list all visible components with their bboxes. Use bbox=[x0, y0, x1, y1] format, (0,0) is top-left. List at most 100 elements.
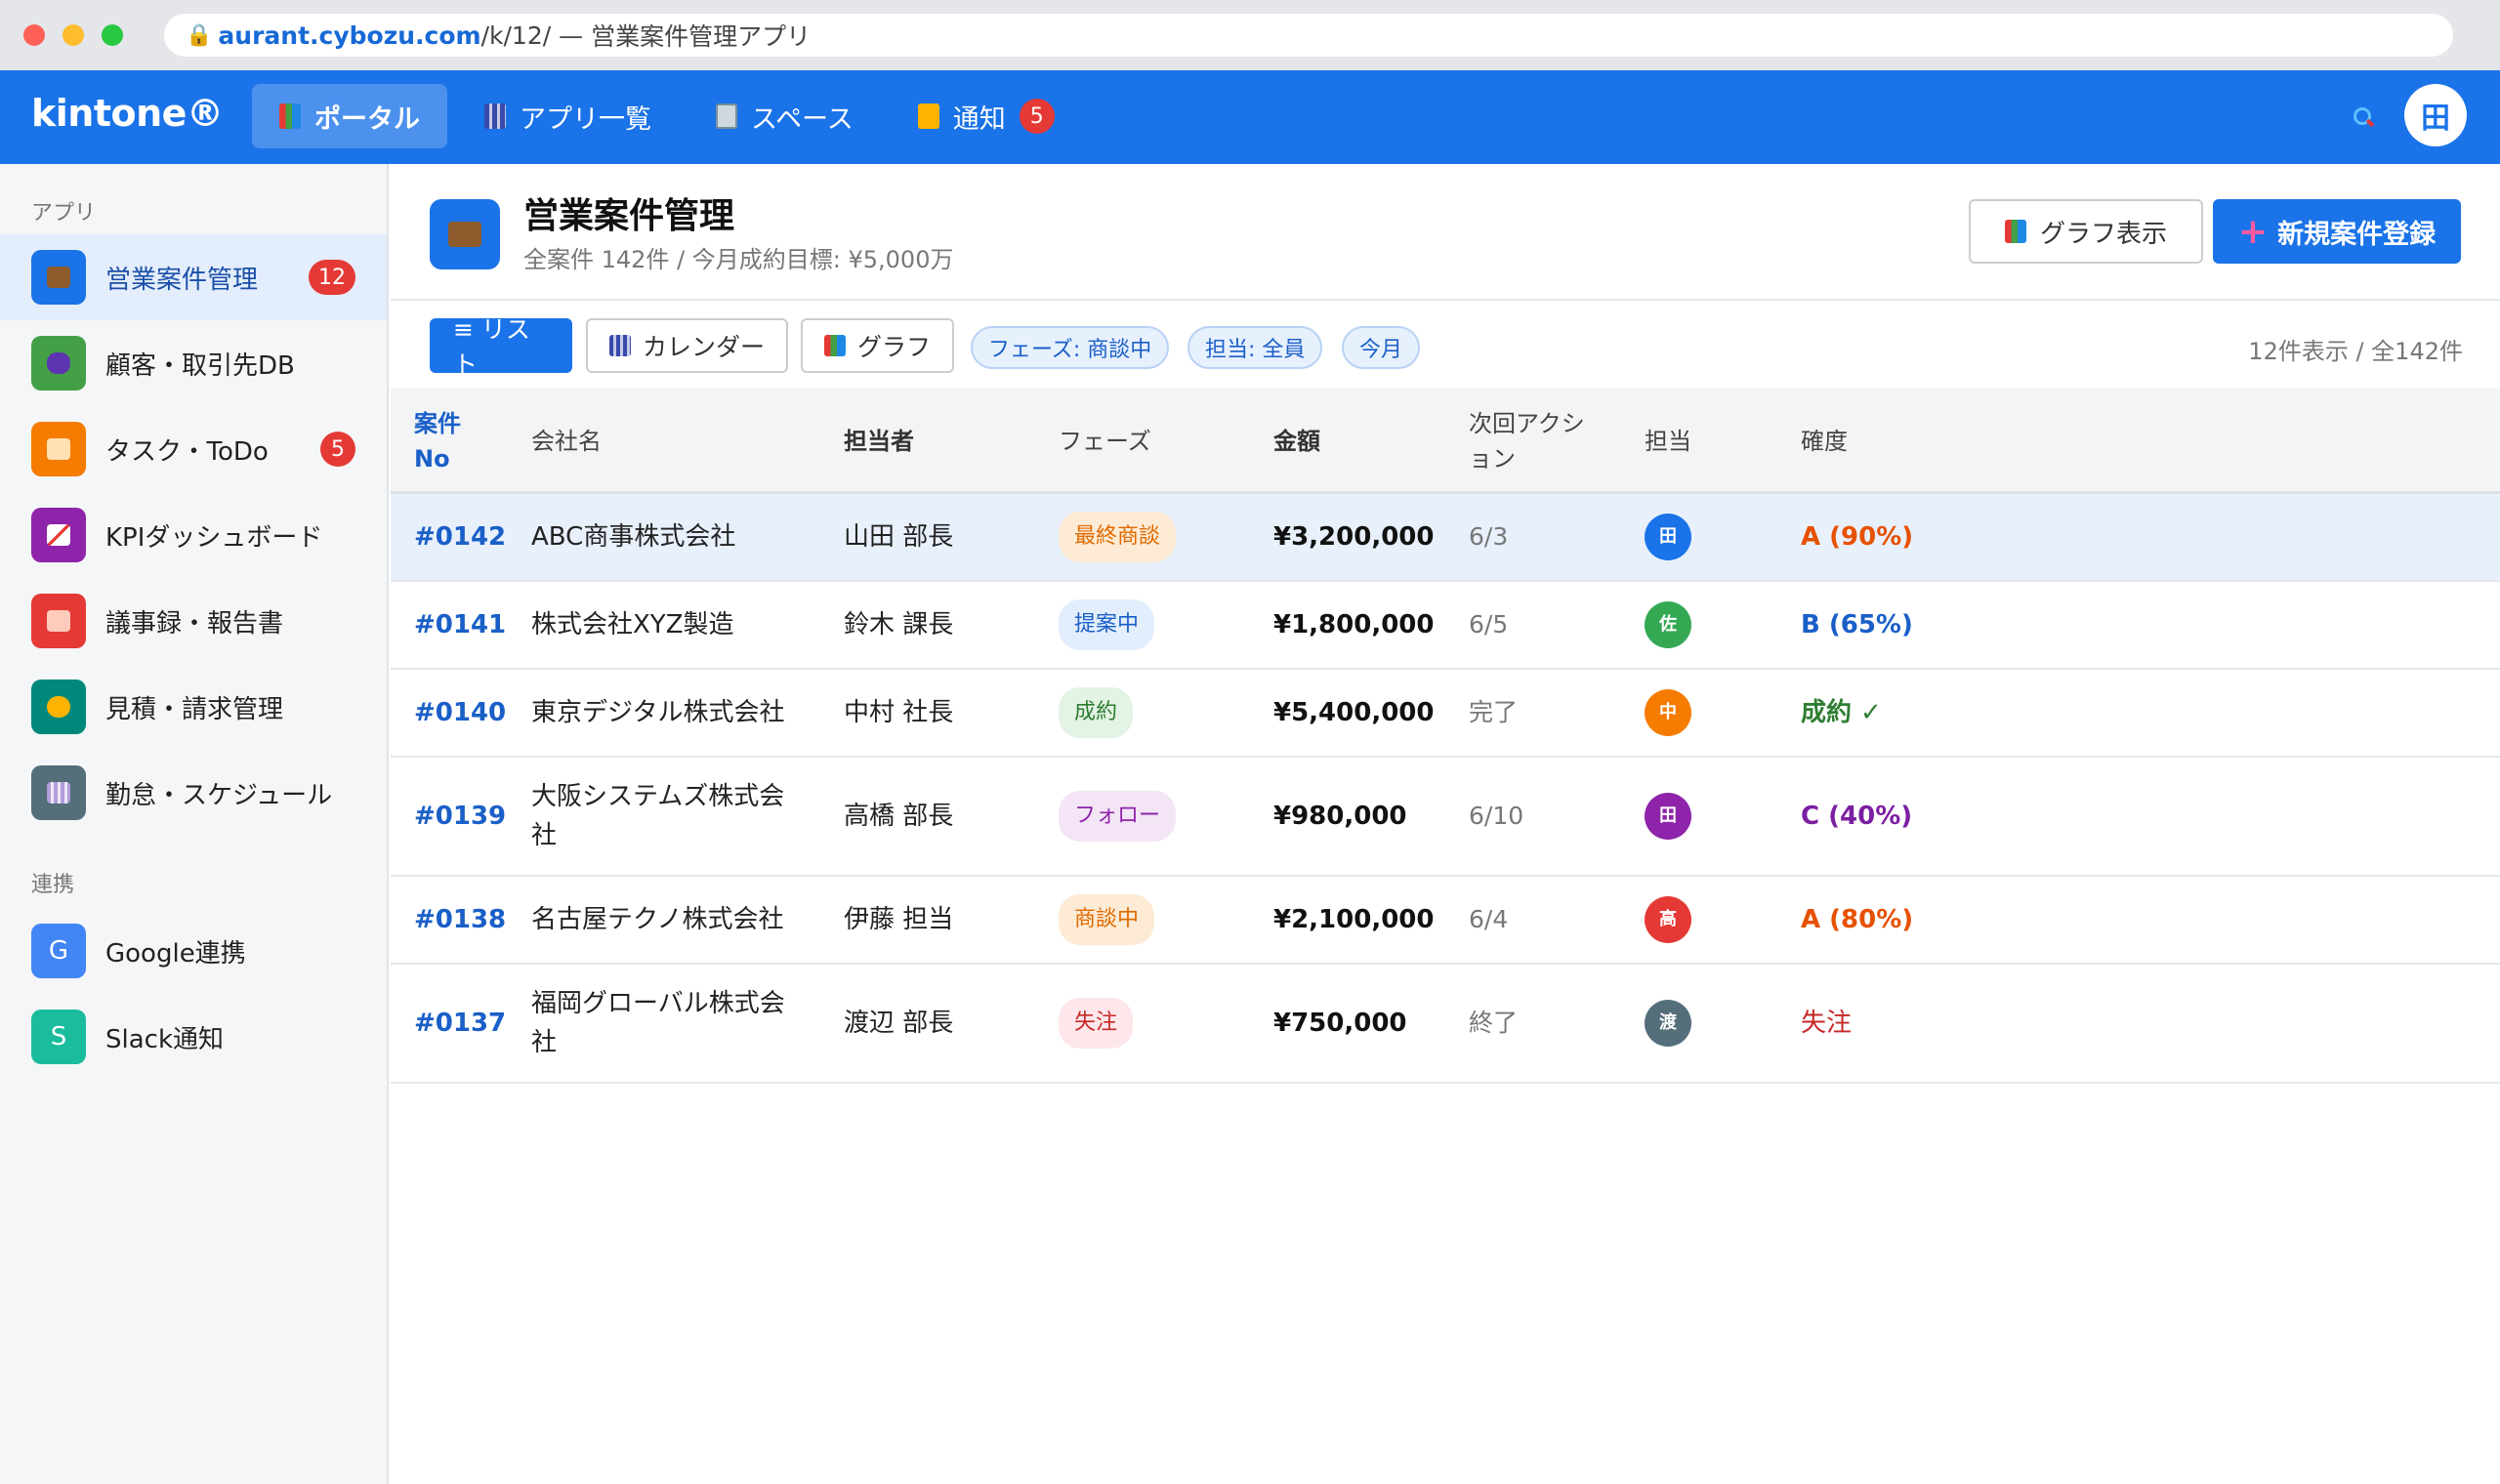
phase-badge: フォロー bbox=[1059, 791, 1177, 842]
col-owner[interactable]: 担当 bbox=[1645, 389, 1691, 494]
phase-cell: 最終商談 bbox=[1059, 494, 1177, 580]
calendar-view-button[interactable]: カレンダー bbox=[586, 318, 789, 373]
search-icon[interactable] bbox=[2354, 107, 2375, 129]
company-name-line1: 福岡グローバル株式会 bbox=[531, 989, 785, 1018]
col-amount[interactable]: 金額 bbox=[1273, 389, 1320, 494]
deal-no[interactable]: #0139 bbox=[414, 758, 506, 875]
sidebar-item-label: KPIダッシュボード bbox=[105, 522, 323, 553]
company-name: ABC商事株式会社 bbox=[531, 522, 736, 552]
deal-no[interactable]: #0137 bbox=[414, 965, 506, 1082]
calendar-icon bbox=[609, 335, 631, 356]
contact-name: 鈴木 課長 bbox=[844, 610, 954, 639]
sidebar-item-minutes[interactable]: 議事録・報告書 bbox=[0, 578, 387, 664]
nav-portal[interactable]: ポータル bbox=[252, 84, 447, 148]
sidebar-item-tasks[interactable]: タスク・ToDo 5 bbox=[0, 406, 387, 492]
new-deal-button[interactable]: + 新規案件登録 bbox=[2213, 199, 2461, 264]
deal-no[interactable]: #0142 bbox=[414, 494, 506, 580]
people-icon bbox=[31, 336, 86, 391]
deal-no[interactable]: #0141 bbox=[414, 582, 506, 668]
owner-cell: 佐 bbox=[1645, 582, 1691, 668]
sidebar-item-invoices[interactable]: 見積・請求管理 bbox=[0, 664, 387, 750]
company-name: 株式会社XYZ製造 bbox=[531, 610, 734, 639]
next-action: 6/4 bbox=[1469, 905, 1509, 933]
calendar-view-label: カレンダー bbox=[643, 333, 766, 361]
table-row[interactable]: #0140 東京デジタル株式会社 中村 社長 成約 ¥5,400,000 完了 … bbox=[391, 670, 2500, 758]
sidebar-item-label: 見積・請求管理 bbox=[105, 694, 284, 724]
phase-badge: 提案中 bbox=[1059, 599, 1155, 650]
page-title: 営業案件管理 bbox=[523, 196, 735, 236]
sidebar-item-customers[interactable]: 顧客・取引先DB bbox=[0, 320, 387, 406]
sidebar-item-sales[interactable]: 営業案件管理 12 bbox=[0, 234, 387, 320]
col-company[interactable]: 会社名 bbox=[531, 389, 602, 494]
nav-notifications-label: 通知 bbox=[952, 103, 1006, 135]
window-minimize-button[interactable] bbox=[62, 24, 84, 46]
filter-chip-owner[interactable]: 担当: 全員 bbox=[1188, 326, 1323, 369]
owner-cell: 田 bbox=[1645, 758, 1691, 875]
list-view-button[interactable]: ≡ リスト bbox=[430, 315, 572, 379]
next-action: 6/3 bbox=[1469, 522, 1509, 551]
avatar: 高 bbox=[1645, 896, 1691, 943]
company-name-line2: 社 bbox=[531, 821, 558, 850]
kintone-logo[interactable]: kintone® bbox=[31, 92, 224, 135]
graph-tab-label: グラフ bbox=[857, 333, 932, 361]
contact-name: 中村 社長 bbox=[844, 698, 954, 727]
nav-space[interactable]: スペース bbox=[688, 84, 881, 148]
graph-view-button[interactable]: グラフ表示 bbox=[1969, 199, 2203, 264]
calendar-icon bbox=[31, 765, 86, 820]
table-row[interactable]: #0139 大阪システムズ株式会 社 高橋 部長 フォロー ¥980,000 6… bbox=[391, 758, 2500, 877]
owner-cell: 高 bbox=[1645, 877, 1691, 963]
phase-cell: 提案中 bbox=[1059, 582, 1155, 668]
probability: 失注 bbox=[1801, 1009, 1853, 1038]
owner-cell: 田 bbox=[1645, 494, 1691, 580]
contact-name: 伊藤 担当 bbox=[844, 905, 954, 934]
table-row[interactable]: #0141 株式会社XYZ製造 鈴木 課長 提案中 ¥1,800,000 6/5… bbox=[391, 582, 2500, 670]
probability: A (80%) bbox=[1801, 905, 1914, 934]
next-action: 終了 bbox=[1469, 1009, 1519, 1037]
slack-icon: S bbox=[31, 1010, 86, 1064]
col-next-line1: 次回アクシ bbox=[1469, 410, 1585, 437]
sidebar-item-google[interactable]: G Google連携 bbox=[0, 908, 387, 994]
page-title-tab: 営業案件管理アプリ bbox=[591, 22, 812, 51]
deal-no[interactable]: #0138 bbox=[414, 877, 506, 963]
nav-space-label: スペース bbox=[751, 103, 854, 135]
amount: ¥980,000 bbox=[1273, 802, 1407, 831]
col-no[interactable]: 案件 No bbox=[414, 389, 461, 494]
phase-cell: 商談中 bbox=[1059, 877, 1155, 963]
memo-icon bbox=[31, 594, 86, 648]
window-maximize-button[interactable] bbox=[102, 24, 123, 46]
col-contact[interactable]: 担当者 bbox=[844, 389, 914, 494]
lock-icon: 🔒 bbox=[186, 22, 213, 48]
sidebar-item-kpi[interactable]: KPIダッシュボード bbox=[0, 492, 387, 578]
table-row[interactable]: #0137 福岡グローバル株式会 社 渡辺 部長 失注 ¥750,000 終了 … bbox=[391, 965, 2500, 1084]
table-header: 案件 No 会社名 担当者 フェーズ 金額 次回アクシ ョン 担当 確度 bbox=[391, 389, 2500, 494]
probability: 成約 ✓ bbox=[1801, 698, 1882, 727]
col-probability[interactable]: 確度 bbox=[1801, 389, 1848, 494]
plus-icon: + bbox=[2237, 211, 2269, 252]
main-content: 営業案件管理 全案件 142件 / 今月成約目標: ¥5,000万 グラフ表示 … bbox=[391, 164, 2500, 1484]
user-avatar[interactable]: 田 bbox=[2404, 84, 2467, 146]
nav-apps[interactable]: アプリ一覧 bbox=[457, 84, 679, 148]
filter-chip-phase[interactable]: フェーズ: 商談中 bbox=[971, 326, 1170, 369]
google-icon: G bbox=[31, 924, 86, 978]
probability: A (90%) bbox=[1801, 522, 1914, 552]
bell-icon bbox=[917, 103, 939, 129]
col-phase[interactable]: フェーズ bbox=[1059, 389, 1151, 494]
filter-chip-month[interactable]: 今月 bbox=[1342, 326, 1421, 369]
sidebar-item-label: 勤怠・スケジュール bbox=[105, 780, 333, 810]
window-close-button[interactable] bbox=[23, 24, 45, 46]
avatar: 佐 bbox=[1645, 601, 1691, 648]
avatar: 田 bbox=[1645, 514, 1691, 560]
sidebar-item-schedule[interactable]: 勤怠・スケジュール bbox=[0, 750, 387, 836]
table-row[interactable]: #0142 ABC商事株式会社 山田 部長 最終商談 ¥3,200,000 6/… bbox=[391, 494, 2500, 582]
sidebar-item-slack[interactable]: S Slack通知 bbox=[0, 994, 387, 1080]
table-row[interactable]: #0138 名古屋テクノ株式会社 伊藤 担当 商談中 ¥2,100,000 6/… bbox=[391, 877, 2500, 965]
sidebar-item-label: タスク・ToDo bbox=[105, 436, 269, 467]
address-bar[interactable]: 🔒 aurant.cybozu.com /k/12/ — 営業案件管理アプリ bbox=[164, 14, 2453, 57]
col-next-action[interactable]: 次回アクシ ョン bbox=[1469, 389, 1585, 494]
portal-icon bbox=[279, 103, 301, 129]
space-icon bbox=[716, 103, 737, 129]
nav-notifications[interactable]: 通知 5 bbox=[891, 84, 1082, 148]
app-header-bar: kintone® ポータル アプリ一覧 スペース 通知 5 bbox=[0, 70, 2500, 164]
deal-no[interactable]: #0140 bbox=[414, 670, 506, 756]
graph-tab-button[interactable]: グラフ bbox=[801, 318, 955, 373]
